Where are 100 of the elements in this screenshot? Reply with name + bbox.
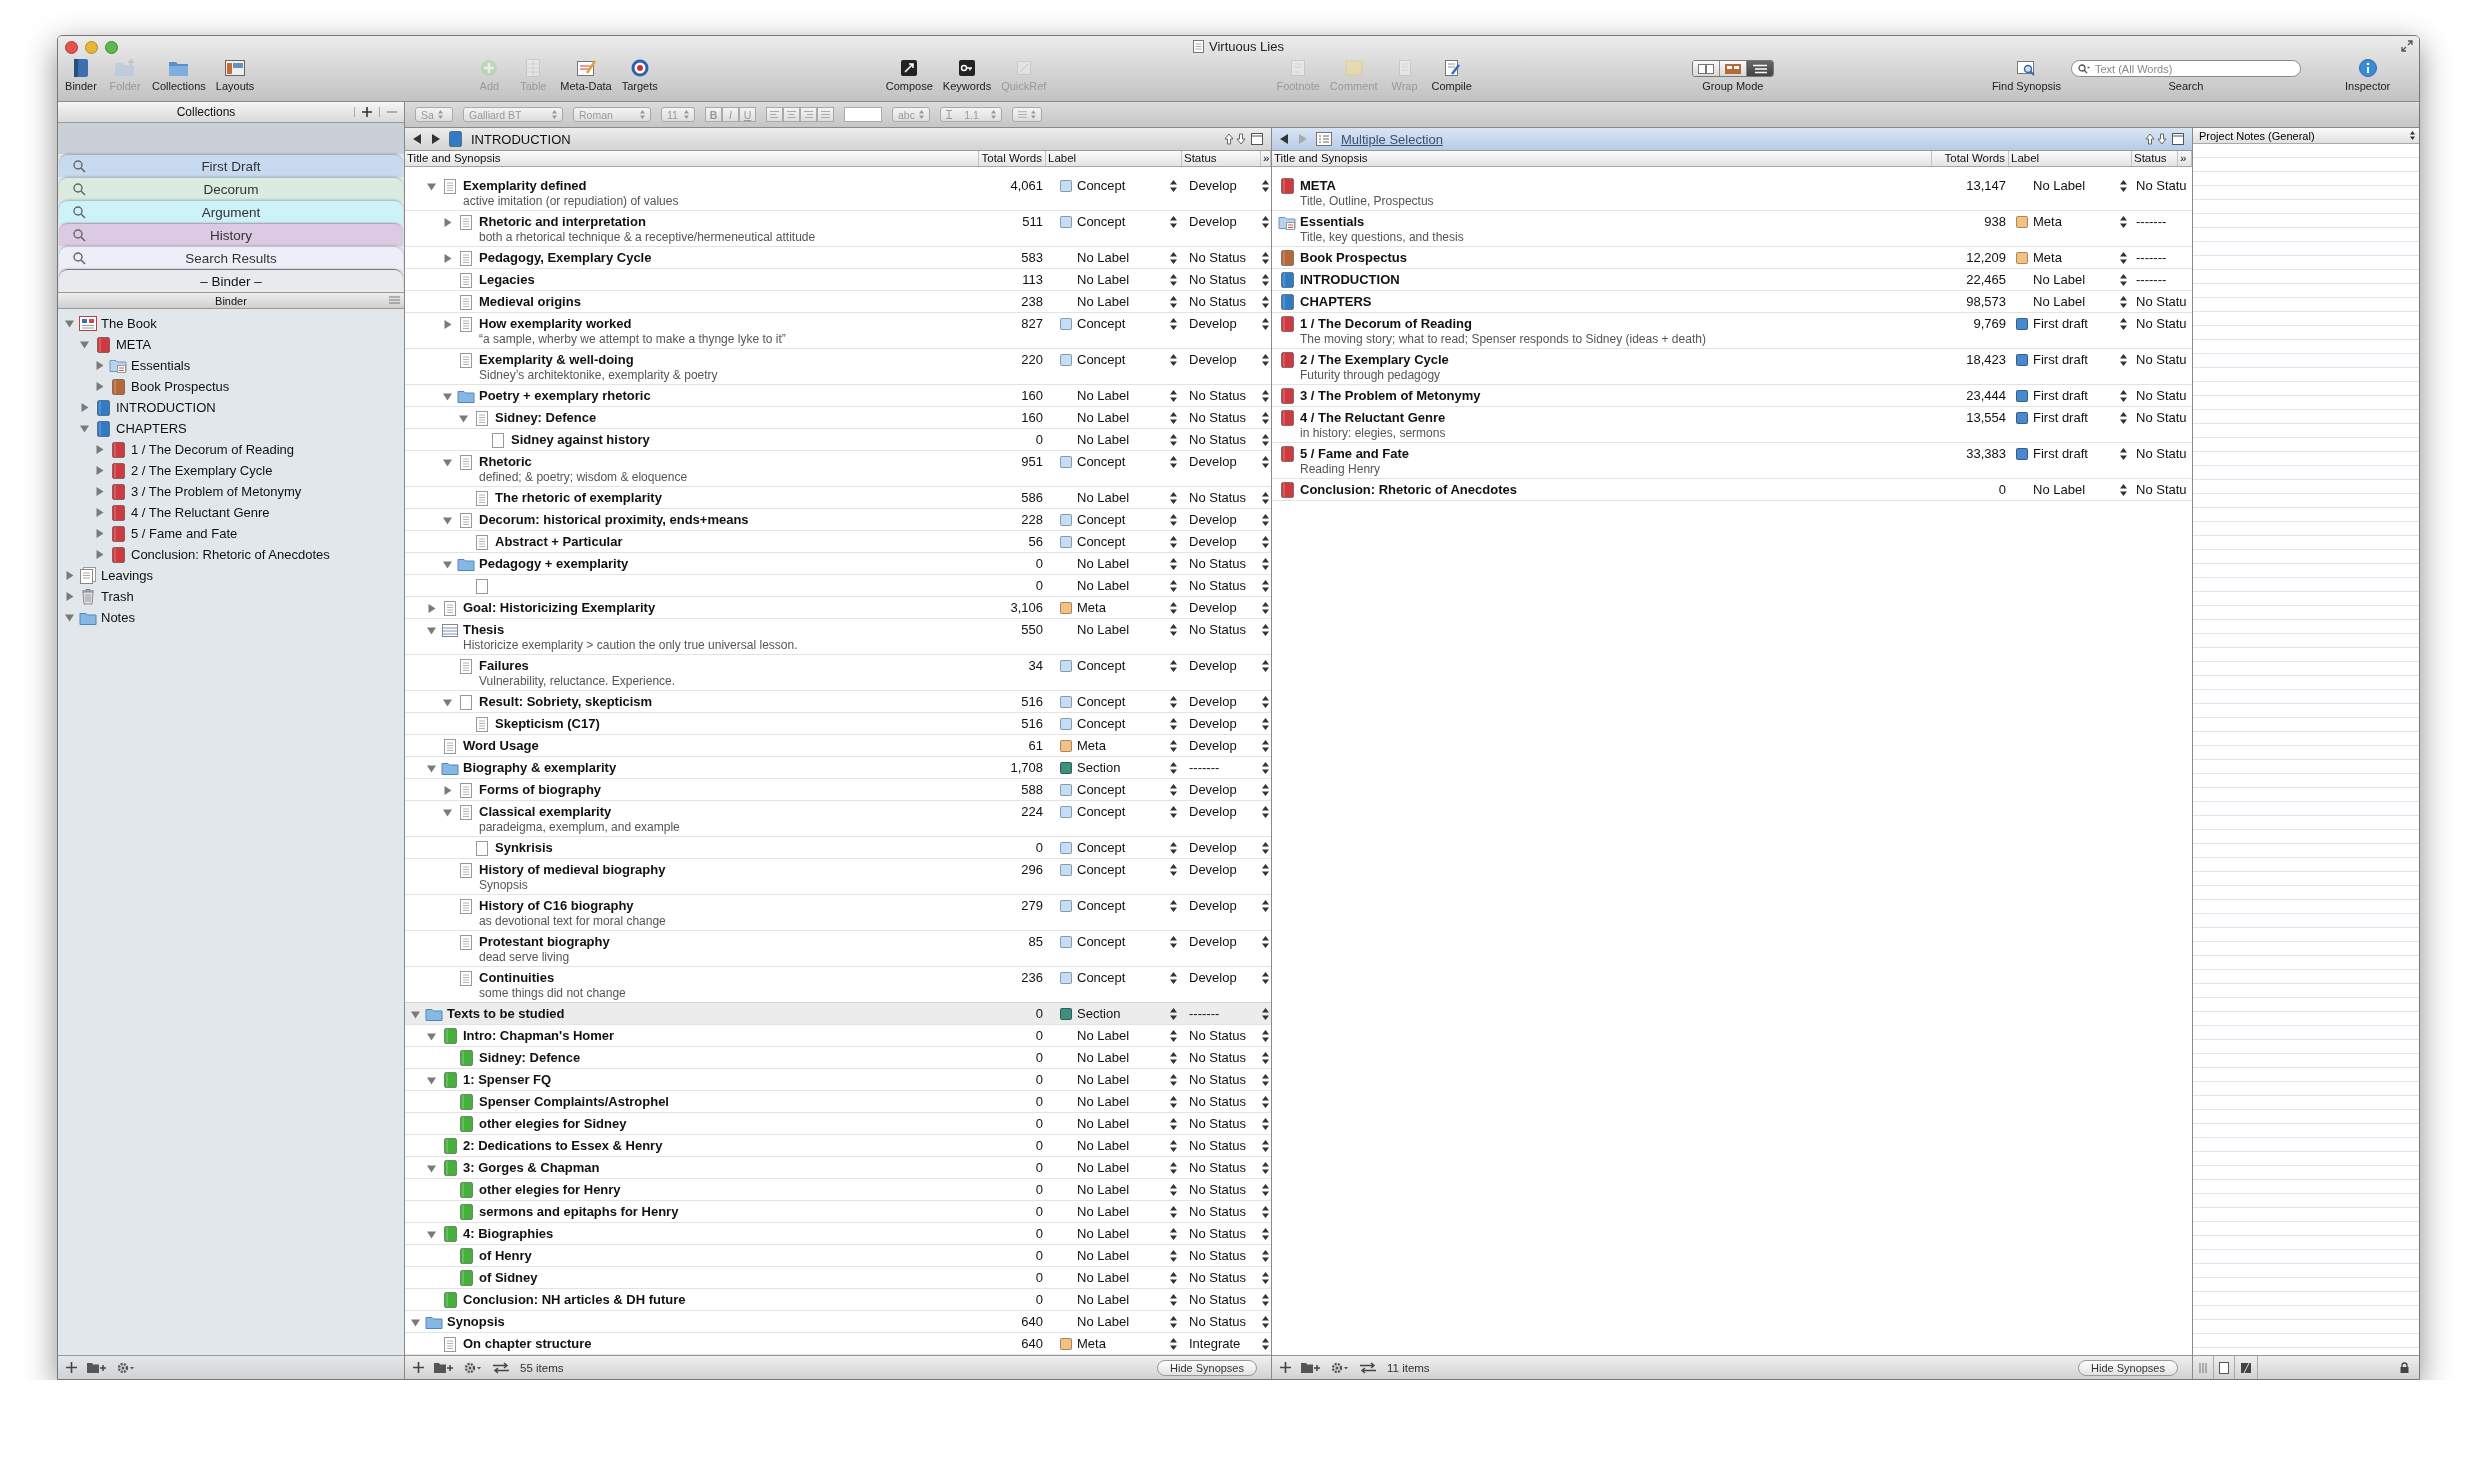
stepper-icon[interactable] [1170,864,1177,876]
stepper-icon[interactable] [1262,1118,1269,1130]
outline-row[interactable]: Synopsis 640 No Label No Status [405,1311,1271,1333]
disclosure-triangle[interactable] [426,625,436,635]
group-mode-control[interactable] [1691,60,1774,77]
outline-row[interactable]: Protestant biography dead serve living 85 Concept Develop [405,931,1271,967]
stepper-icon[interactable] [1262,1206,1269,1218]
stepper-icon[interactable] [1262,216,1269,228]
more-columns-button[interactable]: » [2178,151,2192,166]
stepper-icon[interactable] [2120,448,2127,460]
stepper-icon[interactable] [1170,1272,1177,1284]
stepper-icon[interactable] [1170,624,1177,636]
fullscreen-icon[interactable] [2401,40,2413,52]
back-icon[interactable] [413,134,422,144]
toolbar-button[interactable]: Compose [883,58,935,92]
view-segment[interactable] [1692,61,1720,76]
back-icon[interactable] [1280,134,1289,144]
stepper-icon[interactable] [1170,318,1177,330]
stepper-icon[interactable] [1170,1338,1177,1350]
lock-icon[interactable] [2400,1362,2409,1373]
disclosure-triangle[interactable] [95,508,104,517]
outline-row[interactable]: Synkrisis 0 Concept Develop [405,837,1271,859]
stepper-icon[interactable] [1262,580,1269,592]
disclosure-triangle[interactable] [442,319,452,329]
stepper-icon[interactable] [1170,514,1177,526]
color-well[interactable] [844,107,882,122]
stepper-icon[interactable] [1262,252,1269,264]
stepper-icon[interactable] [1170,1118,1177,1130]
view-segment[interactable] [1746,61,1773,76]
stepper-icon[interactable] [1170,1162,1177,1174]
stepper-icon[interactable] [1170,412,1177,424]
stepper-icon[interactable] [1170,1140,1177,1152]
outline-row[interactable]: of Sidney 0 No Label No Status [405,1267,1271,1289]
outline-row[interactable]: 2 / The Exemplary Cycle Futurity through pedagogy 18,423 First draft No Statu [1272,349,2192,385]
stepper-icon[interactable] [1170,456,1177,468]
add-folder-icon[interactable] [434,1361,454,1374]
column-header[interactable]: Total Words [1932,151,2009,166]
outline-row[interactable]: other elegies for Sidney 0 No Label No Status [405,1113,1271,1135]
toolbar-button[interactable]: Find Synopsis [1989,58,2063,92]
stepper-icon[interactable] [1170,1030,1177,1042]
outline-row[interactable]: History of C16 biography as devotional text for moral change 279 Concept Develop [405,895,1271,931]
stepper-icon[interactable] [1170,784,1177,796]
disclosure-triangle[interactable] [95,466,104,475]
toolbar-button[interactable]: Collections [150,58,208,92]
outline-row[interactable]: Forms of biography 588 Concept Develop [405,779,1271,801]
outline-row[interactable]: Sidney: Defence 160 No Label No Status [405,407,1271,429]
stepper-icon[interactable] [1170,580,1177,592]
disclosure-triangle[interactable] [80,424,89,433]
outline-row[interactable]: Word Usage 61 Meta Develop [405,735,1271,757]
stepper-icon[interactable] [2120,390,2127,402]
stepper-icon[interactable] [1262,180,1269,192]
stepper-icon[interactable] [1262,1008,1269,1020]
gear-icon[interactable] [117,1361,135,1374]
outline-row[interactable]: Result: Sobriety, skepticism 516 Concept Develop [405,691,1271,713]
split-view-icon[interactable] [2172,133,2184,145]
stepper-icon[interactable] [1262,1250,1269,1262]
binder-item[interactable]: 5 / Fame and Fate [131,526,238,541]
stepper-icon[interactable] [1170,296,1177,308]
outline-row[interactable]: 3 / The Problem of Metonymy 23,444 First draft No Statu [1272,385,2192,407]
stepper-icon[interactable] [2120,216,2127,228]
outline-row[interactable]: Thesis Historicize exemplarity > caution the only true universal lesson. 550 No Label No Status [405,619,1271,655]
stepper-icon[interactable] [1262,660,1269,672]
hide-synopses-button[interactable]: Hide Synopses [1157,1359,1257,1376]
binder-item[interactable]: INTRODUCTION [116,400,216,415]
outline-row[interactable]: 5 / Fame and Fate Reading Henry 33,383 First draft No Statu [1272,443,2192,479]
disclosure-triangle[interactable] [65,571,74,580]
outline-row[interactable]: Failures Vulnerability, reluctance. Experience. 34 Concept Develop [405,655,1271,691]
outline-row[interactable]: Pedagogy, Exemplary Cycle 583 No Label No Status [405,247,1271,269]
disclosure-triangle[interactable] [442,697,452,707]
stepper-icon[interactable] [1170,602,1177,614]
outline-row[interactable]: Goal: Historicizing Exemplarity 3,106 Meta Develop [405,597,1271,619]
disclosure-triangle[interactable] [442,807,452,817]
gear-icon[interactable] [464,1361,482,1374]
outline-row[interactable]: Rhetoric and interpretation both a rhetorical technique & a receptive/hermeneutical attitude 511 Concept Develop [405,211,1271,247]
outline-row[interactable]: The rhetoric of exemplarity 586 No Label No Status [405,487,1271,509]
stepper-icon[interactable] [1170,806,1177,818]
stepper-icon[interactable] [1262,1228,1269,1240]
column-header[interactable]: Label [2009,151,2132,166]
outline-row[interactable]: Decorum: historical proximity, ends+means 228 Concept Develop [405,509,1271,531]
stepper-icon[interactable] [1170,390,1177,402]
stepper-icon[interactable] [1262,864,1269,876]
collection-tab[interactable]: First Draft [59,154,403,177]
toolbar-button[interactable]: Binder [62,58,100,92]
outline-row[interactable]: Sidney: Defence 0 No Label No Status [405,1047,1271,1069]
stepper-icon[interactable] [1170,354,1177,366]
stepper-icon[interactable] [1170,558,1177,570]
stepper-icon[interactable] [1170,1228,1177,1240]
disclosure-triangle[interactable] [426,1075,436,1085]
stepper-icon[interactable] [1170,252,1177,264]
outline-row[interactable]: 4: Biographies 0 No Label No Status [405,1223,1271,1245]
disclosure-triangle[interactable] [426,1229,436,1239]
stepper-icon[interactable] [1262,696,1269,708]
outline-row[interactable]: Sidney against history 0 No Label No Status [405,429,1271,451]
stepper-icon[interactable] [1262,936,1269,948]
stepper-icon[interactable] [1170,1184,1177,1196]
outline-row[interactable]: Book Prospectus 12,209 Meta ------- [1272,247,2192,269]
disclosure-triangle[interactable] [426,763,436,773]
disclosure-triangle[interactable] [80,340,89,349]
collection-tab[interactable]: Argument [59,200,403,223]
disclosure-triangle[interactable] [65,613,74,622]
